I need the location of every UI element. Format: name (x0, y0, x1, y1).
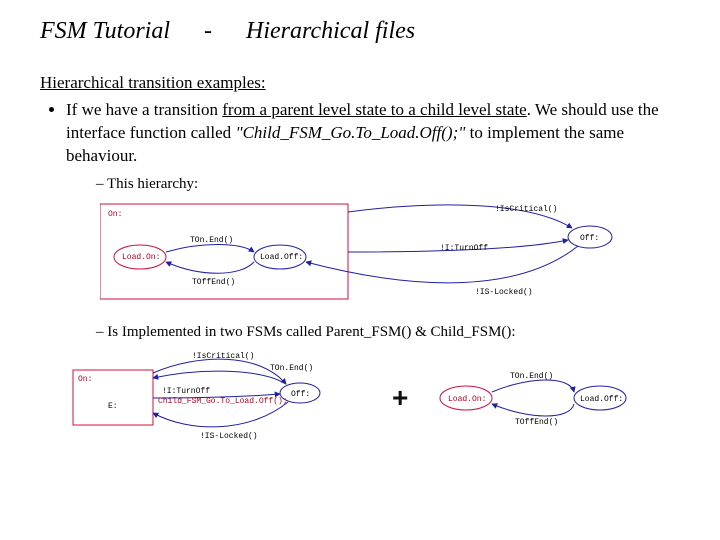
subbullet-list-2: Is Implemented in two FSMs called Parent… (40, 322, 680, 342)
subbullet-list-1: This hierarchy: (66, 174, 680, 194)
diagram-2: On: E: Off: !IsCritical() TOn.End() !I:T… (70, 348, 680, 448)
d1-on-state: On: (108, 210, 122, 219)
title-part2: Hierarchical files (246, 18, 415, 44)
title-dash: - (176, 18, 240, 45)
bullet-1: If we have a transition from a parent le… (66, 99, 680, 194)
bullet-1-func: "Child_FSM_Go.To_Load.Off();" (235, 123, 465, 142)
d2b-loadoff: Load.Off: (580, 395, 623, 404)
title-part1: FSM Tutorial (40, 18, 170, 44)
d2a-iturnoff-l2: Child_FSM_Go.To_Load.Off(); (158, 397, 288, 406)
d2b-toffend: TOffEnd() (515, 418, 558, 427)
plus-icon: + (382, 382, 418, 414)
page-title: FSM Tutorial - Hierarchical files (40, 18, 680, 45)
hierarchy-diagram: On: Load.On: Load.Off: TOn.End() TOffEnd… (100, 202, 660, 312)
subbullet-b: Is Implemented in two FSMs called Parent… (96, 322, 680, 342)
d2a-critical: !IsCritical() (192, 352, 254, 361)
d2a-e: E: (108, 402, 118, 411)
d1-off: Off: (580, 234, 599, 243)
d2b-tonend: TOn.End() (510, 372, 553, 381)
intro-heading: Hierarchical transition examples: (40, 73, 680, 93)
d1-toffend: TOffEnd() (192, 278, 235, 287)
d1-islocked: !IS-Locked() (475, 288, 533, 297)
parent-fsm-diagram: On: E: Off: !IsCritical() TOn.End() !I:T… (70, 348, 370, 448)
d1-critical: !IsCritical() (495, 205, 557, 214)
d2b-loadon: Load.On: (448, 395, 486, 404)
subbullet-a: This hierarchy: (96, 174, 680, 194)
d1-loadoff: Load.Off: (260, 253, 303, 262)
d1-tonend: TOn.End() (190, 236, 233, 245)
d2a-tonend: TOn.End() (270, 364, 313, 373)
bullet-1-pre: If we have a transition (66, 100, 222, 119)
d1-loadon: Load.On: (122, 253, 160, 262)
diagram-1: On: Load.On: Load.Off: TOn.End() TOffEnd… (100, 202, 680, 312)
child-fsm-diagram: Load.On: Load.Off: TOn.End() TOffEnd() (430, 358, 650, 438)
d1-iturnoff: !I:TurnOff (440, 244, 488, 253)
d2a-iturnoff-l1: !I:TurnOff (162, 387, 210, 396)
bullet-list: If we have a transition from a parent le… (40, 99, 680, 194)
d2a-islocked: !IS-Locked() (200, 432, 258, 441)
d2a-off: Off: (291, 390, 310, 399)
bullet-1-underlined: from a parent level state to a child lev… (222, 100, 526, 119)
d2a-on: On: (78, 375, 92, 384)
